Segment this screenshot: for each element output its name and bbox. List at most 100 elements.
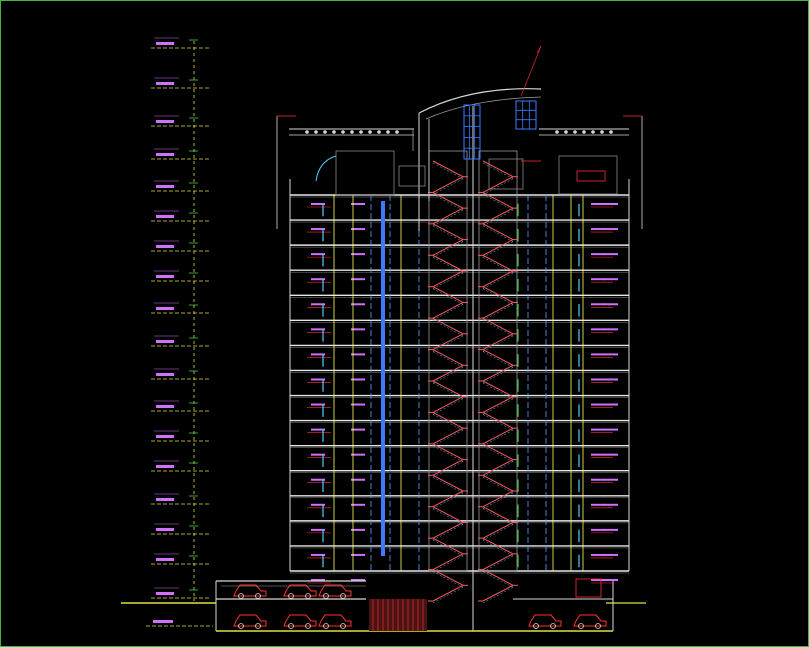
roof-dome [315, 155, 337, 182]
room-label [604, 528, 618, 531]
stair-flight [482, 584, 514, 602]
parapet-baluster [323, 130, 327, 134]
room-label [591, 203, 605, 205]
stair-handrail [482, 555, 514, 572]
room-label [604, 453, 618, 456]
parapet-baluster [368, 130, 372, 134]
room-label [591, 528, 605, 531]
stair-handrail [432, 445, 464, 462]
stair-handrail [482, 367, 514, 384]
level-marker-tag [156, 215, 174, 218]
parked-car [318, 584, 352, 599]
stair-flight [482, 301, 514, 319]
stair-handrail [432, 587, 464, 604]
room-label [604, 579, 618, 581]
stair-flight [432, 380, 464, 398]
roof-structure [277, 45, 642, 231]
parked-car [528, 614, 562, 629]
stair-flight [432, 223, 464, 241]
parapet-baluster [386, 130, 390, 134]
stair-handrail [432, 351, 464, 368]
stair-handrail [482, 335, 514, 352]
parked-car [283, 614, 317, 629]
level-marker-tag [156, 82, 174, 85]
parapet-baluster [305, 130, 309, 134]
basement-room [575, 578, 602, 598]
stair-flight [482, 239, 514, 256]
parapet-baluster [564, 130, 568, 134]
stair-flight [432, 254, 464, 272]
roof-machine-room [558, 155, 618, 195]
room-label [604, 428, 618, 431]
stair-handrail [432, 272, 464, 289]
level-marker-column [146, 37, 213, 627]
roof-equipment [576, 170, 606, 182]
stair-handrail [482, 461, 514, 478]
room-label [591, 428, 605, 431]
drawing-canvas [0, 0, 809, 647]
room-label [591, 303, 605, 306]
stair-flight [432, 506, 464, 523]
level-marker-tag [153, 620, 173, 623]
stair-handrail [432, 429, 464, 447]
stair-flight [482, 254, 514, 272]
stair-handrail [482, 524, 514, 541]
stair-flight [482, 223, 514, 241]
stair-handrail [482, 445, 514, 462]
level-marker-tag [156, 592, 174, 595]
level-marker-tag [156, 558, 174, 561]
stair-handrail [432, 367, 464, 384]
parked-car [233, 584, 267, 599]
room-label [604, 503, 618, 506]
stair-flight [432, 427, 464, 445]
level-marker-tag [156, 153, 174, 156]
room-label [604, 228, 618, 231]
stair-flight [432, 569, 464, 586]
crown-glazing-right [515, 100, 537, 130]
room-label [591, 228, 605, 231]
room-label [591, 478, 605, 481]
room-label [591, 328, 605, 331]
stair-handrail [482, 414, 514, 431]
roof-structure-left [335, 150, 395, 196]
parapet-baluster [573, 130, 577, 134]
parked-car [318, 614, 352, 629]
stair-handrail [482, 241, 514, 258]
room-label [604, 253, 618, 256]
parked-car [283, 584, 317, 599]
stair-handrail [432, 382, 464, 399]
room-label [604, 278, 618, 281]
room-label [591, 353, 605, 356]
parapet-baluster [600, 130, 604, 134]
level-marker-tag [156, 307, 174, 310]
stair-handrail [432, 225, 464, 242]
stair-flight [432, 584, 464, 602]
stair-flight [482, 506, 514, 523]
stair-flight [482, 380, 514, 398]
stair-flight [432, 160, 464, 178]
stair-handrail [482, 398, 514, 415]
crown-arch-inner [425, 96, 542, 120]
room-label [591, 453, 605, 456]
level-marker-tag [156, 120, 174, 123]
stair-handrail [482, 209, 514, 227]
stair-flight [482, 521, 514, 539]
parked-car [573, 614, 607, 629]
parapet-baluster [332, 130, 336, 134]
parapet-baluster [609, 130, 613, 134]
stair-flight [482, 396, 514, 413]
stair-flight [482, 427, 514, 445]
parked-car [233, 614, 267, 629]
stair-flight [482, 569, 514, 586]
stair-flight [432, 239, 464, 256]
room-label [604, 203, 618, 205]
stair-flight [432, 270, 464, 288]
roof-structure-box [398, 165, 426, 187]
room-label [604, 303, 618, 306]
stair-handrail [432, 508, 464, 525]
stair-flight [482, 207, 514, 225]
stair-handrail [432, 398, 464, 415]
stair-flight [482, 490, 514, 508]
stair-handrail [482, 477, 514, 494]
parapet-baluster [341, 130, 345, 134]
